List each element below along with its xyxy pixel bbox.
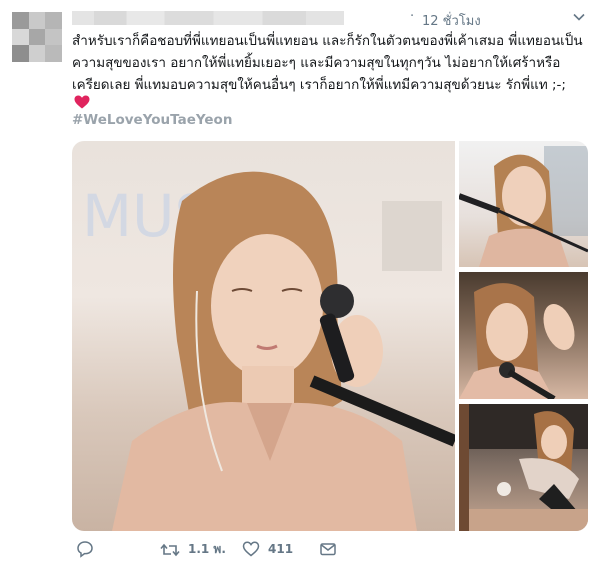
photo-thumb-top[interactable] — [459, 141, 588, 267]
tweet-text: สำหรับเราก็คือชอบที่พี่แทยอนเป็นพี่แทยอน… — [72, 30, 592, 96]
retweet-count: 1.1 พ. — [188, 542, 226, 556]
photo-thumb-bottom[interactable] — [459, 404, 588, 531]
avatar[interactable] — [12, 12, 62, 62]
tweet-timestamp[interactable]: 12 ชั่วโมง — [422, 10, 481, 31]
media-grid: MUS — [72, 141, 588, 531]
envelope-icon — [320, 543, 336, 556]
tweet-actions: 1.1 พ. 411 — [72, 540, 592, 564]
chevron-down-icon[interactable] — [572, 10, 586, 24]
photo-thumb-middle[interactable] — [459, 272, 588, 399]
reply-button[interactable] — [76, 540, 94, 558]
photo-middle-illustration — [459, 283, 575, 399]
retweet-button[interactable]: 1.1 พ. — [160, 540, 226, 559]
tweet-header: · 12 ชั่วโมง — [72, 8, 588, 31]
like-button[interactable]: 411 — [242, 540, 293, 558]
photo-main-illustration: MUS — [82, 171, 455, 531]
photo-top-illustration — [459, 146, 588, 267]
tweet-text-line: ความสุขของเรา อยากให้พี่แทยิ้มเยอะๆ และม… — [72, 55, 561, 71]
message-button[interactable] — [319, 540, 337, 558]
photo-bottom-illustration — [459, 404, 588, 531]
hashtag-link[interactable]: #WeLoveYouTaeYeon — [72, 112, 232, 128]
heart-outline-icon — [242, 541, 260, 557]
tweet-text-line: เครียดเลย พี่แทมอบความสุขให้คนอื่นๆ เราก… — [72, 77, 566, 93]
reply-icon — [77, 541, 93, 558]
tweet-card: · 12 ชั่วโมง สำหรับเราก็คือชอบที่พี่แทยอ… — [0, 0, 600, 570]
heart-emoji-icon — [74, 95, 90, 109]
retweet-icon — [160, 543, 180, 556]
tweet-text-line: สำหรับเราก็คือชอบที่พี่แทยอนเป็นพี่แทยอน… — [72, 33, 583, 49]
separator-dot: · — [410, 9, 415, 24]
like-count: 411 — [268, 542, 294, 556]
photo-main[interactable]: MUS — [72, 141, 455, 531]
redacted-username[interactable] — [72, 11, 344, 25]
